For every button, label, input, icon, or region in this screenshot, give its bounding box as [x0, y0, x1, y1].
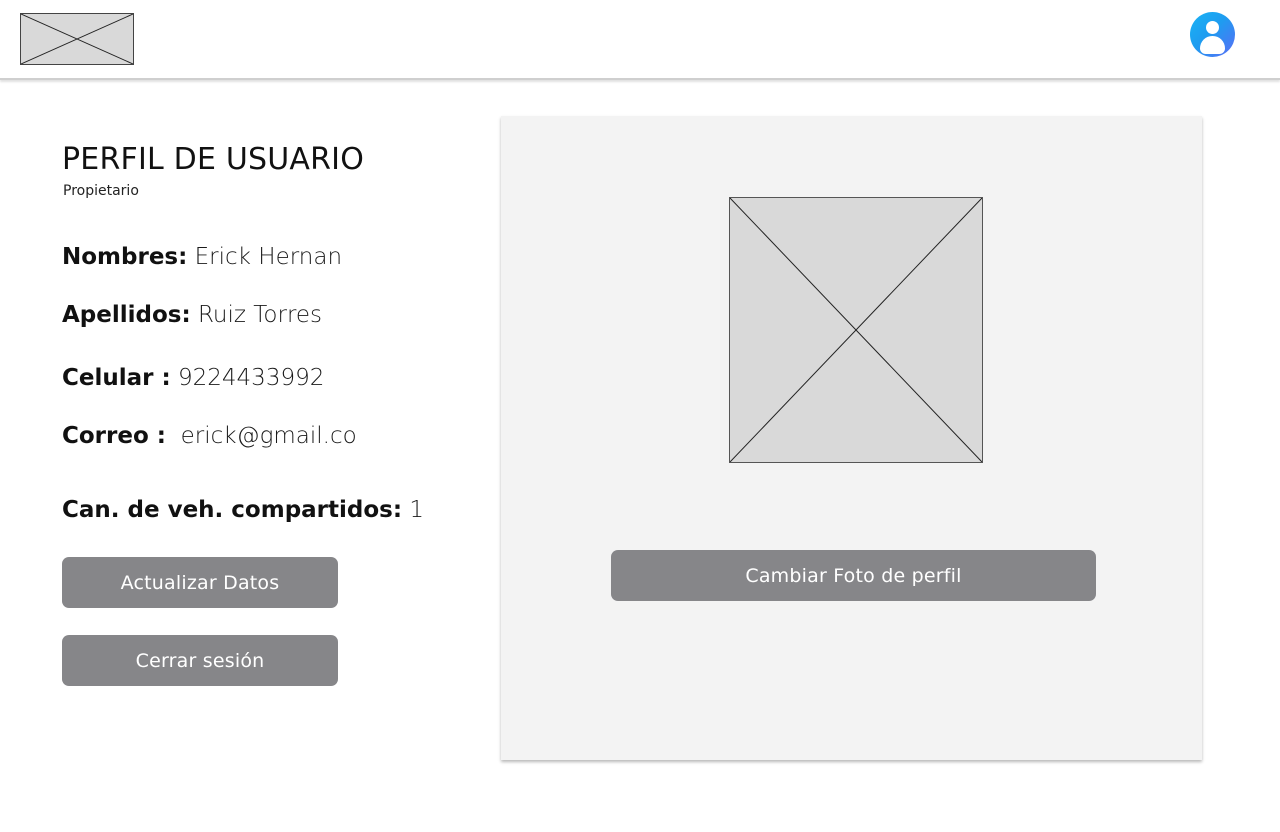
change-photo-button[interactable]: Cambiar Foto de perfil — [611, 550, 1096, 601]
field-celular: Celular : 9224433992 — [62, 365, 324, 391]
field-value: Erick Hernan — [194, 244, 343, 270]
field-label: Correo : — [62, 423, 166, 449]
field-apellidos: Apellidos: Ruiz Torres — [62, 302, 322, 328]
field-correo: Correo : erick@gmail.co — [62, 423, 357, 449]
logout-button[interactable]: Cerrar sesión — [62, 635, 338, 686]
user-role: Propietario — [63, 183, 139, 199]
update-data-button[interactable]: Actualizar Datos — [62, 557, 338, 608]
field-label: Celular : — [62, 365, 171, 391]
field-value: Ruiz Torres — [197, 302, 323, 328]
field-value: 1 — [409, 497, 425, 523]
top-header — [0, 0, 1280, 80]
logo-placeholder-icon — [20, 13, 134, 65]
page-title: PERFIL DE USUARIO — [62, 142, 365, 177]
field-label: Can. de veh. compartidos: — [62, 497, 403, 523]
field-label: Nombres: — [62, 244, 188, 270]
field-label: Apellidos: — [62, 302, 191, 328]
field-nombres: Nombres: Erick Hernan — [62, 244, 342, 270]
avatar-body — [1200, 36, 1225, 54]
field-value: erick@gmail.co — [173, 423, 357, 449]
profile-photo-placeholder-icon — [729, 197, 983, 463]
profile-photo-panel: Cambiar Foto de perfil — [501, 116, 1202, 760]
field-vehiculos-compartidos: Can. de veh. compartidos: 1 — [62, 497, 424, 523]
avatar-head — [1206, 21, 1219, 34]
field-value: 9224433992 — [178, 365, 325, 391]
user-avatar-icon[interactable] — [1190, 12, 1235, 57]
